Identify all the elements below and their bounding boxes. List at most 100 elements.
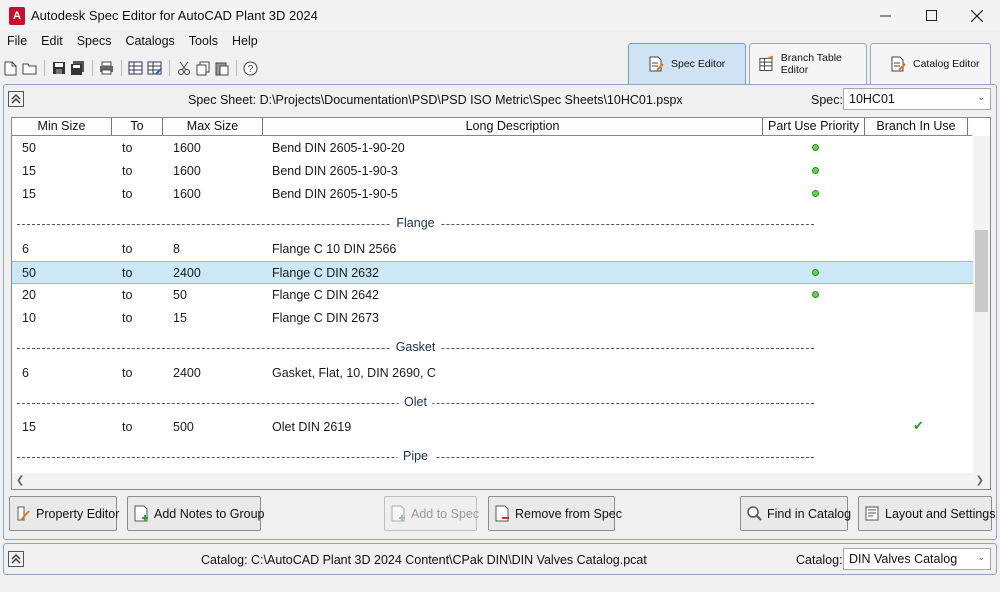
col-part-use-priority[interactable]: Part Use Priority xyxy=(763,118,865,135)
cell-max: 2400 xyxy=(173,266,201,280)
close-icon xyxy=(971,9,983,22)
new-button[interactable] xyxy=(2,60,19,77)
open-button[interactable] xyxy=(21,60,38,77)
catalog-select[interactable]: DIN Valves Catalog ⌄ xyxy=(843,548,991,570)
close-button[interactable] xyxy=(954,0,1000,31)
spec-sheet-path: Spec Sheet: D:\Projects\Documentation\PS… xyxy=(188,93,683,107)
cell-min: 15 xyxy=(22,187,36,201)
remove-from-spec-label: Remove from Spec xyxy=(515,506,622,521)
grid-header: Min Size To Max Size Long Description Pa… xyxy=(12,118,972,136)
tab-branch-table-editor[interactable]: Branch Table Editor xyxy=(749,43,867,84)
minimize-button[interactable] xyxy=(862,0,908,31)
copy-icon xyxy=(196,61,209,75)
help-button[interactable]: ? xyxy=(242,60,259,77)
search-icon xyxy=(747,506,762,521)
table-row[interactable]: 6 to 2400 Gasket, Flat, 10, DIN 2690, C xyxy=(12,362,973,385)
copy-button[interactable] xyxy=(194,60,211,77)
table-row[interactable]: 15 to 1600 Bend DIN 2605-1-90-3 xyxy=(12,160,973,183)
table-row[interactable]: 15 to 500 Olet DIN 2619 ✔ xyxy=(12,416,973,439)
cell-min: 6 xyxy=(22,242,29,256)
cell-min: 6 xyxy=(22,366,29,380)
tab-catalog-editor[interactable]: Catalog Editor xyxy=(870,43,991,84)
chevron-down-icon: ⌄ xyxy=(977,92,985,102)
add-to-spec-button[interactable]: Add to Spec xyxy=(384,496,479,531)
cell-desc: Olet DIN 2619 xyxy=(272,420,352,434)
menu-file[interactable]: File xyxy=(0,34,34,48)
col-branch-in-use[interactable]: Branch In Use xyxy=(865,118,968,135)
grid-icon xyxy=(128,61,143,75)
save-all-button[interactable] xyxy=(69,60,86,77)
collapse-spec-panel-button[interactable] xyxy=(8,91,24,107)
save-icon xyxy=(52,62,65,74)
find-in-catalog-button[interactable]: Find in Catalog xyxy=(740,496,851,531)
layout-settings-button[interactable]: Layout and Settings xyxy=(858,496,996,531)
tab-spec-editor-label: Spec Editor xyxy=(671,58,726,70)
toolbar-separator xyxy=(44,60,45,76)
menu-tools[interactable]: Tools xyxy=(182,34,225,48)
scroll-left-icon[interactable]: ❮ xyxy=(16,475,24,486)
branch-table-icon xyxy=(759,55,774,71)
cell-to: to xyxy=(122,420,133,434)
tab-spec-editor[interactable]: Spec Editor xyxy=(628,43,746,84)
catalog-path: Catalog: C:\AutoCAD Plant 3D 2024 Conten… xyxy=(201,553,647,567)
cell-min: 15 xyxy=(22,164,36,178)
cell-desc: Flange C DIN 2673 xyxy=(272,311,380,325)
grid-button[interactable] xyxy=(127,60,144,77)
toolbar-separator xyxy=(121,60,122,76)
group-separator: Flange xyxy=(17,214,814,234)
grid-edit-button[interactable] xyxy=(146,60,163,77)
spec-select[interactable]: 10HC01 ⌄ xyxy=(843,88,991,110)
vertical-scroll-thumb[interactable] xyxy=(975,230,988,312)
table-row[interactable]: 50 to 2400 Flange C DIN 2632 xyxy=(12,261,973,284)
add-to-spec-icon xyxy=(391,505,405,522)
cut-button[interactable] xyxy=(175,60,192,77)
group-separator: Olet xyxy=(17,393,814,413)
col-min-size[interactable]: Min Size xyxy=(12,118,112,135)
vertical-scrollbar[interactable] xyxy=(973,136,990,475)
cell-to: to xyxy=(122,242,133,256)
menu-catalogs[interactable]: Catalogs xyxy=(118,34,181,48)
horizontal-scrollbar[interactable]: ❮ ❯ xyxy=(12,473,990,489)
group-label: Pipe xyxy=(396,449,435,463)
title-bar: A Autodesk Spec Editor for AutoCAD Plant… xyxy=(0,0,1000,31)
col-max-size[interactable]: Max Size xyxy=(163,118,263,135)
menu-specs[interactable]: Specs xyxy=(70,34,119,48)
checkmark-icon: ✔ xyxy=(913,418,924,433)
menu-help[interactable]: Help xyxy=(225,34,265,48)
layout-settings-icon xyxy=(865,506,879,521)
save-button[interactable] xyxy=(50,60,67,77)
table-row[interactable]: 10 to 15 Flange C DIN 2673 xyxy=(12,307,973,330)
spec-select-value: 10HC01 xyxy=(849,92,895,106)
toolbar-separator xyxy=(92,60,93,76)
add-note-icon xyxy=(134,505,148,522)
toolbar-separator xyxy=(169,60,170,76)
print-button[interactable] xyxy=(98,60,115,77)
property-editor-icon xyxy=(17,506,30,521)
paste-button[interactable] xyxy=(213,60,230,77)
col-to[interactable]: To xyxy=(112,118,163,135)
help-icon: ? xyxy=(243,61,258,75)
remove-from-spec-icon xyxy=(495,505,509,522)
table-row[interactable]: 15 to 1600 Bend DIN 2605-1-90-5 xyxy=(12,183,973,206)
remove-from-spec-button[interactable]: Remove from Spec xyxy=(488,496,622,531)
collapse-catalog-panel-button[interactable] xyxy=(8,551,24,567)
cell-min: 50 xyxy=(22,141,36,155)
add-notes-button[interactable]: Add Notes to Group xyxy=(127,496,264,531)
menu-edit[interactable]: Edit xyxy=(34,34,70,48)
table-row[interactable]: 20 to 50 Flange C DIN 2642 xyxy=(12,284,973,307)
property-editor-button[interactable]: Property Editor xyxy=(9,496,119,531)
double-chevron-up-icon xyxy=(11,554,21,564)
cell-desc: Flange C DIN 2642 xyxy=(272,288,380,302)
table-row[interactable]: 6 to 8 Flange C 10 DIN 2566 xyxy=(12,238,973,261)
cell-desc: Gasket, Flat, 10, DIN 2690, C xyxy=(272,366,436,380)
double-chevron-up-icon xyxy=(11,94,21,104)
table-row[interactable]: 50 to 1600 Bend DIN 2605-1-90-20 xyxy=(12,137,973,160)
col-long-description[interactable]: Long Description xyxy=(263,118,763,135)
maximize-icon xyxy=(925,10,937,21)
priority-dot-icon xyxy=(812,291,819,298)
cell-max: 15 xyxy=(173,311,187,325)
scroll-right-icon[interactable]: ❯ xyxy=(976,475,984,486)
maximize-button[interactable] xyxy=(908,0,954,31)
group-label: Olet xyxy=(398,395,433,409)
priority-dot-icon xyxy=(812,144,819,151)
